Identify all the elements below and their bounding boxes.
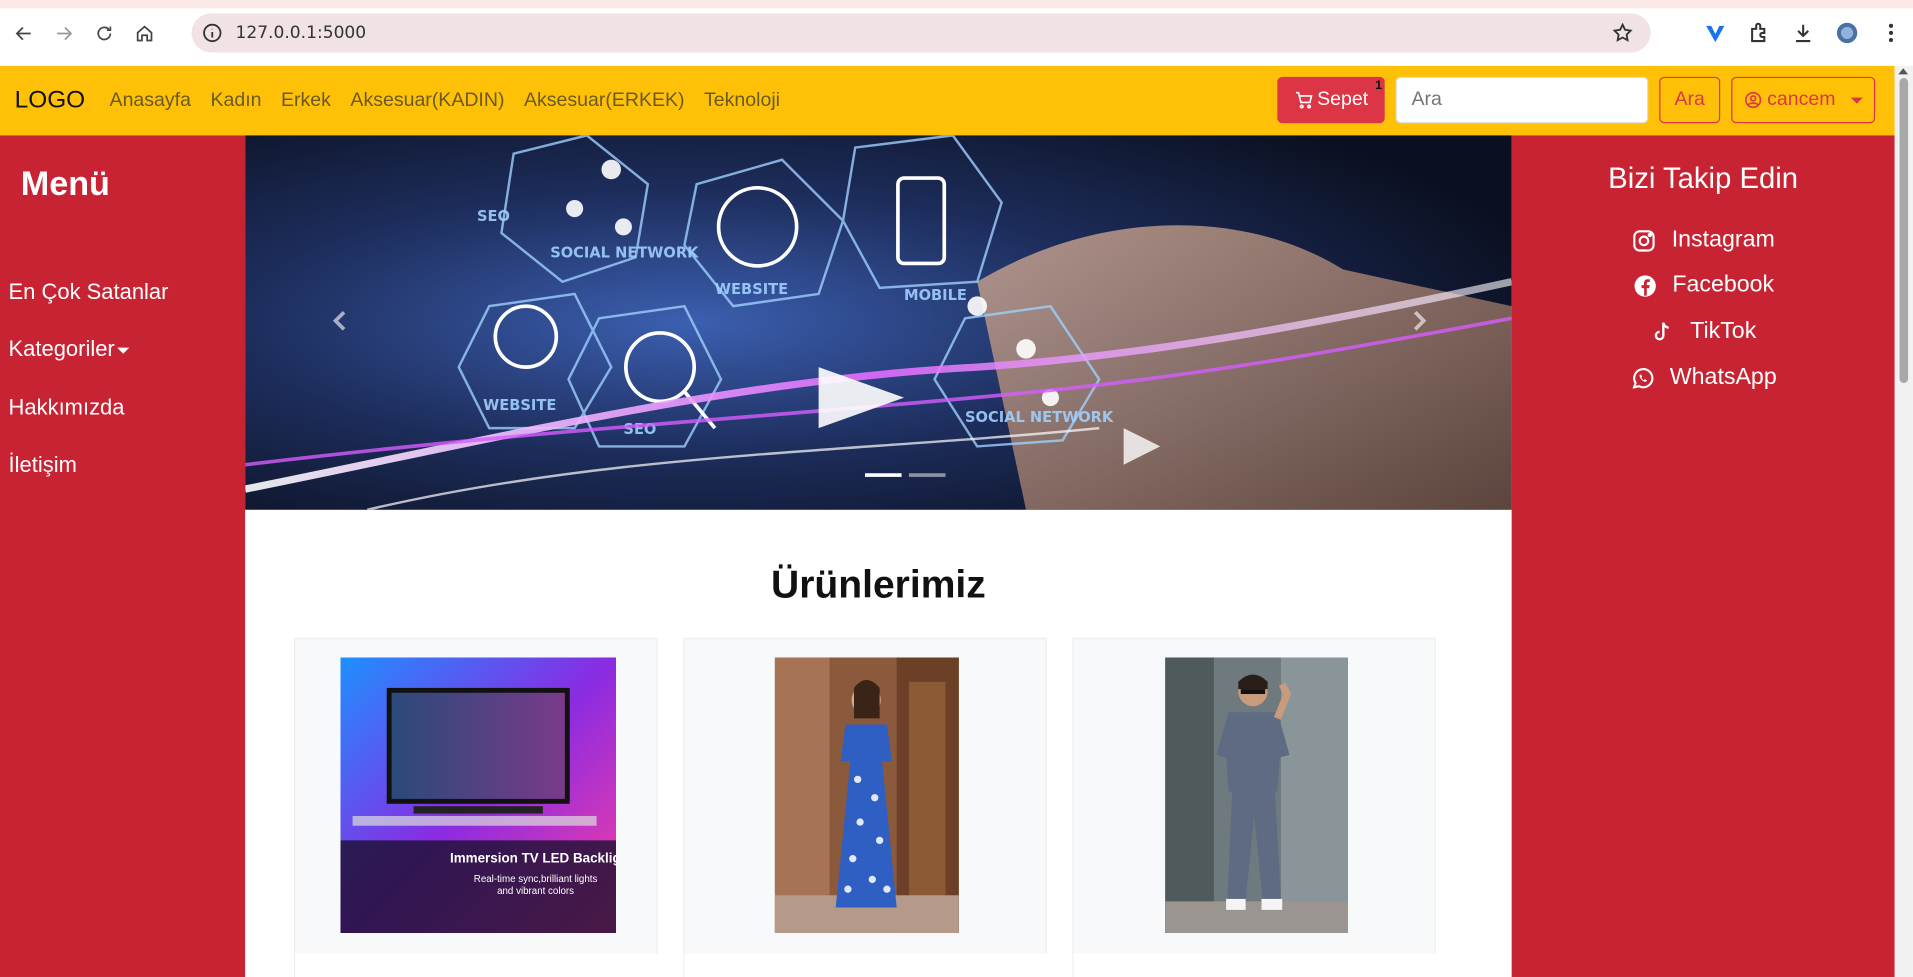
left-sidebar-menu: Menü En Çok Satanlar Kategoriler Hakkımı… (0, 135, 246, 977)
menu-item-about[interactable]: Hakkımızda (9, 395, 125, 421)
nav-link-erkek[interactable]: Erkek (281, 90, 331, 112)
tv-image-title: Immersion TV LED Backlight (450, 850, 616, 865)
tv-image-subtitle-2: and vibrant colors (497, 886, 574, 897)
browser-toolbar: 127.0.0.1:5000 (0, 8, 1913, 58)
page-scrollbar[interactable] (1894, 65, 1913, 977)
user-circle-icon (1745, 91, 1762, 109)
scroll-up-arrow-icon[interactable] (1898, 68, 1909, 75)
product-card-body (684, 953, 1048, 977)
social-link-instagram[interactable]: Instagram (1512, 227, 1895, 254)
site-navbar: LOGO Anasayfa Kadın Erkek Aksesuar(KADIN… (0, 65, 1895, 136)
products-section: Ürünlerimiz Immersion TV LED Backlight R… (245, 509, 1512, 977)
hero-label-social-network: SOCIAL NETWORK (550, 244, 699, 261)
product-card-tracksuit[interactable] (1072, 637, 1438, 977)
search-button[interactable]: Ara (1659, 76, 1721, 124)
download-icon[interactable] (1781, 9, 1825, 58)
social-label-whatsapp: WhatsApp (1669, 364, 1777, 391)
cart-label: Sepet (1317, 89, 1369, 110)
user-dropdown-button[interactable]: cancem (1731, 76, 1876, 124)
product-card-body (1073, 953, 1438, 977)
social-label-instagram: Instagram (1671, 226, 1775, 253)
right-social-panel: Bizi Takip Edin Instagram Facebook TikTo… (1511, 135, 1895, 977)
brand-logo[interactable]: LOGO (15, 87, 86, 115)
back-icon[interactable] (6, 16, 40, 50)
scrollbar-thumb[interactable] (1899, 78, 1909, 383)
social-link-facebook[interactable]: Facebook (1512, 272, 1895, 299)
products-title: Ürünlerimiz (771, 562, 986, 607)
whatsapp-icon (1632, 367, 1653, 389)
menu-item-categories[interactable]: Kategoriler (9, 337, 130, 363)
product-card-dress[interactable] (683, 637, 1048, 977)
product-image-dress[interactable] (774, 657, 959, 934)
hero-label-seo: SEO (477, 208, 510, 225)
nav-link-anasayfa[interactable]: Anasayfa (110, 90, 191, 112)
profile-avatar-icon[interactable] (1825, 9, 1869, 58)
user-name: cancem (1767, 89, 1836, 110)
nav-link-aksesuar-kadin[interactable]: Aksesuar(KADIN) (350, 90, 504, 112)
menu-title: Menü (20, 164, 110, 203)
bookmark-star-icon[interactable] (1612, 22, 1634, 44)
hero-label-website: WEBSITE (715, 281, 788, 298)
hero-carousel: SEO SOCIAL NETWORK WEBSITE MOBILE WEBSIT… (245, 135, 1512, 510)
chevron-down-icon (1850, 96, 1863, 104)
menu-item-contact[interactable]: İletişim (9, 453, 77, 479)
browser-menu-icon[interactable] (1869, 9, 1913, 58)
follow-title: Bizi Takip Edin (1608, 162, 1799, 196)
hero-label-social-network-2: SOCIAL NETWORK (965, 409, 1114, 426)
carousel-indicators (861, 473, 949, 477)
product-image-tv[interactable]: Immersion TV LED Backlight Real-time syn… (340, 657, 617, 934)
product-card-tv[interactable]: Immersion TV LED Backlight Real-time syn… (294, 637, 659, 977)
product-image-tracksuit[interactable] (1165, 657, 1349, 934)
instagram-icon (1633, 229, 1655, 251)
carousel-indicator-2[interactable] (908, 473, 946, 477)
site-info-icon[interactable] (201, 22, 223, 44)
extensions-puzzle-icon[interactable] (1737, 9, 1781, 58)
hero-label-website-2: WEBSITE (483, 397, 556, 414)
search-input[interactable] (1395, 76, 1649, 124)
chevron-down-icon (117, 347, 130, 354)
reload-icon[interactable] (87, 16, 121, 50)
nav-link-aksesuar-erkek[interactable]: Aksesuar(ERKEK) (524, 90, 685, 112)
browser-tab-strip (0, 0, 1913, 9)
menu-item-categories-label: Kategoriler (8, 336, 115, 362)
forward-icon[interactable] (46, 16, 80, 50)
product-card-body (295, 953, 659, 977)
tiktok-icon (1655, 321, 1670, 340)
social-label-tiktok: TikTok (1690, 318, 1757, 344)
social-label-facebook: Facebook (1672, 271, 1775, 298)
carousel-next-icon[interactable] (1404, 306, 1433, 335)
home-icon[interactable] (127, 16, 161, 50)
extension-v-icon[interactable] (1693, 9, 1737, 58)
carousel-indicator-1[interactable] (864, 473, 902, 477)
nav-link-teknoloji[interactable]: Teknoloji (704, 90, 780, 112)
hero-label-mobile: MOBILE (904, 287, 967, 304)
social-link-whatsapp[interactable]: WhatsApp (1512, 365, 1895, 392)
facebook-icon (1634, 274, 1656, 297)
address-bar[interactable]: 127.0.0.1:5000 (191, 13, 1651, 53)
tv-image-subtitle-1: Real-time sync,brilliant lights (474, 874, 598, 885)
menu-item-best-sellers[interactable]: En Çok Satanlar (9, 279, 169, 305)
hero-slide-image: SEO SOCIAL NETWORK WEBSITE MOBILE WEBSIT… (245, 135, 1512, 510)
nav-link-kadin[interactable]: Kadın (210, 90, 261, 112)
cart-icon (1295, 91, 1313, 109)
social-link-tiktok[interactable]: TikTok (1512, 318, 1895, 345)
url-text[interactable]: 127.0.0.1:5000 (235, 23, 366, 43)
carousel-prev-icon[interactable] (326, 306, 355, 335)
cart-count-badge: 1 (1375, 79, 1382, 93)
